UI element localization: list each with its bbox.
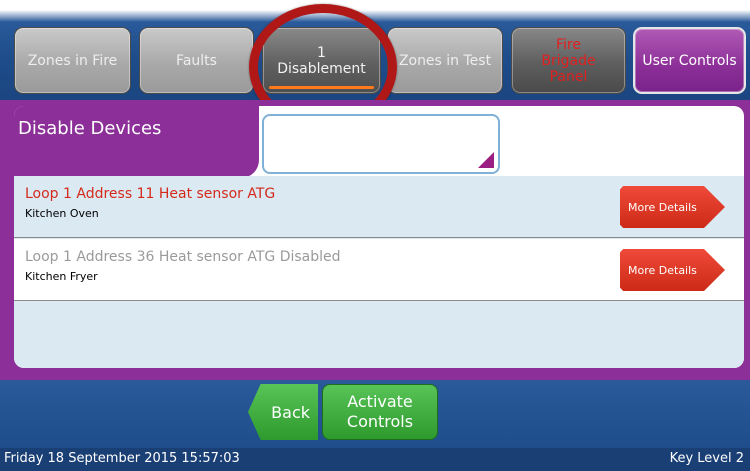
tab-fire-brigade-panel[interactable]: Fire Brigade Panel [511,27,626,94]
list-item[interactable]: Loop 1 Address 11 Heat sensor ATG Kitche… [14,176,744,238]
page-title: Disable Devices [18,118,162,139]
device-panel: Disable Devices Loop 1 Address 11 Heat s… [14,106,744,368]
tab-user-controls[interactable]: User Controls [633,27,746,94]
device-title: Loop 1 Address 11 Heat sensor ATG [25,186,276,202]
tab-faults[interactable]: Faults [139,27,254,94]
tab-label: Disablement [277,60,366,77]
active-tab-indicator [269,86,374,89]
activate-controls-button[interactable]: Activate Controls [322,384,438,440]
device-title: Loop 1 Address 36 Heat sensor ATG Disabl… [25,249,341,265]
tab-count: 1 [317,44,326,61]
tab-label: Faults [176,52,217,69]
list-item[interactable]: Loop 1 Address 36 Heat sensor ATG Disabl… [14,239,744,301]
more-details-button[interactable]: More Details [620,186,725,228]
tab-label: Zones in Test [398,52,492,69]
device-location: Kitchen Fryer [25,270,98,283]
tab-zones-in-test[interactable]: Zones in Test [387,27,503,94]
device-list: Loop 1 Address 11 Heat sensor ATG Kitche… [14,176,744,368]
more-details-button[interactable]: More Details [620,249,725,291]
device-location: Kitchen Oven [25,207,99,220]
tab-disablement[interactable]: 1 Disablement [262,27,381,94]
key-level: Key Level 2 [669,451,744,466]
device-select-dropdown[interactable] [262,114,500,174]
activate-label: Activate Controls [346,392,414,431]
status-bar: Friday 18 September 2015 15:57:03 Key Le… [0,448,750,471]
tab-zones-in-fire[interactable]: Zones in Fire [14,27,131,94]
back-label: Back [271,402,310,422]
status-datetime: Friday 18 September 2015 15:57:03 [4,451,240,466]
back-button[interactable]: Back [248,384,318,440]
dropdown-triangle-icon [478,152,494,168]
panel-header: Disable Devices [14,106,259,178]
tab-label: Fire Brigade Panel [541,36,596,85]
tab-label: User Controls [642,52,737,69]
tab-label: Zones in Fire [27,52,118,69]
